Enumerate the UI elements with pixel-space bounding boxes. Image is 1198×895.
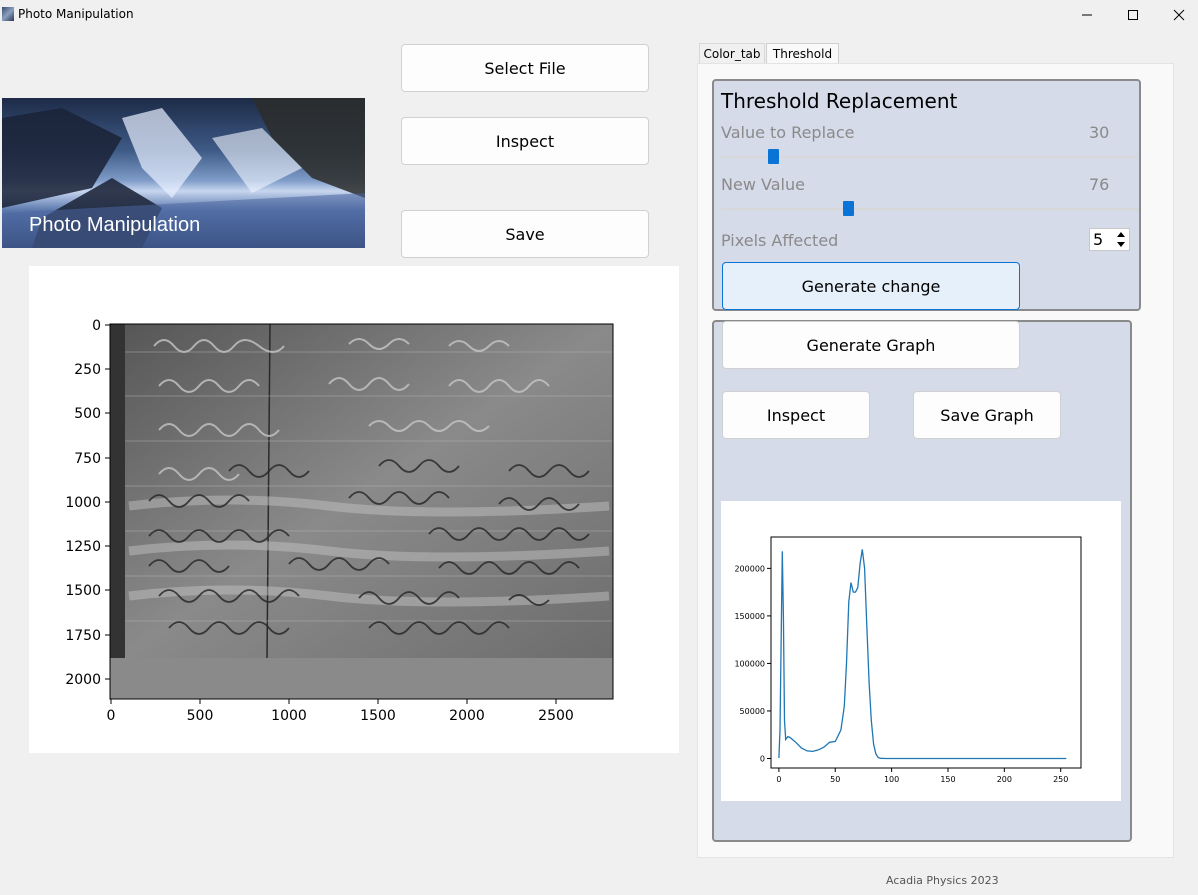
x-tick-label: 1500 (360, 708, 396, 724)
x-tick-label: 1000 (271, 708, 307, 724)
pixels-affected-spinbox[interactable]: 5 (1089, 228, 1130, 251)
pixels-affected-value: 5 (1093, 230, 1104, 249)
y-tick-label: 100000 (734, 659, 765, 668)
x-tick-label: 100 (884, 775, 899, 784)
x-tick-label: 250 (1053, 775, 1068, 784)
value-to-replace-slider-handle[interactable] (768, 149, 779, 164)
save-graph-button[interactable]: Save Graph (913, 391, 1061, 439)
y-tick-label: 200000 (734, 564, 765, 573)
tab-color[interactable]: Color_tab (699, 43, 765, 64)
histogram-chart: 0 50 100 150 200 250 0 50000 100000 150000 200000 (734, 536, 1082, 784)
graph-inspect-button[interactable]: Inspect (722, 391, 870, 439)
y-tick-label: 1000 (65, 495, 101, 511)
x-tick-label: 2000 (449, 708, 485, 724)
close-button[interactable] (1156, 0, 1198, 30)
y-tick-label: 750 (74, 451, 101, 467)
x-tick-label: 200 (997, 775, 1012, 784)
banner-title: Photo Manipulation (29, 214, 201, 236)
footer-credit: Acadia Physics 2023 (886, 874, 999, 887)
new-value-slider[interactable] (721, 208, 1139, 210)
histogram-line (778, 549, 1067, 760)
minimize-button[interactable] (1064, 0, 1110, 30)
value-to-replace-slider[interactable] (721, 156, 1139, 158)
y-tick-label: 0 (92, 318, 101, 334)
new-value-slider-handle[interactable] (843, 201, 854, 216)
x-tick-label: 150 (940, 775, 955, 784)
image-plot-panel: 0 250 500 750 1000 1250 1500 1750 2000 0… (29, 266, 679, 753)
y-tick-label: 1500 (65, 583, 101, 599)
plot-frame (770, 536, 1082, 769)
y-tick-label: 0 (760, 754, 765, 763)
minimize-icon (1082, 14, 1092, 16)
close-icon (1173, 9, 1185, 21)
pixels-affected-label: Pixels Affected (721, 231, 839, 250)
new-value-value: 76 (1089, 175, 1110, 194)
histogram-panel: 0 50 100 150 200 250 0 50000 100000 150000 200000 (721, 501, 1121, 801)
y-tick-label: 150000 (734, 612, 765, 621)
app-icon (2, 7, 14, 21)
window-title: Photo Manipulation (18, 7, 134, 21)
value-to-replace-value: 30 (1089, 123, 1110, 142)
x-tick-label: 500 (187, 708, 214, 724)
y-tick-label: 50000 (740, 707, 765, 716)
x-tick-label: 0 (107, 708, 116, 724)
y-tick-label: 2000 (65, 672, 101, 688)
y-tick-label: 250 (74, 362, 101, 378)
value-to-replace-label: Value to Replace (721, 123, 855, 142)
document-image (110, 324, 613, 664)
x-tick-label: 2500 (538, 708, 574, 724)
generate-change-button[interactable]: Generate change (722, 262, 1020, 310)
image-plot: 0 250 500 750 1000 1250 1500 1750 2000 0… (65, 318, 614, 724)
select-file-button[interactable]: Select File (401, 44, 649, 92)
save-button[interactable]: Save (401, 210, 649, 258)
title-bar (0, 0, 1198, 30)
y-tick-label: 1250 (65, 539, 101, 555)
banner-image: Photo Manipulation (2, 98, 365, 248)
generate-graph-button[interactable]: Generate Graph (722, 321, 1020, 369)
maximize-icon (1128, 10, 1138, 20)
x-tick-label: 0 (776, 775, 781, 784)
spin-arrows-icon[interactable] (1115, 229, 1127, 250)
x-tick-label: 50 (830, 775, 840, 784)
threshold-title: Threshold Replacement (721, 89, 958, 113)
y-tick-label: 1750 (65, 628, 101, 644)
inspect-button[interactable]: Inspect (401, 117, 649, 165)
tab-threshold[interactable]: Threshold (766, 43, 839, 64)
maximize-button[interactable] (1110, 0, 1156, 30)
y-tick-label: 500 (74, 406, 101, 422)
new-value-label: New Value (721, 175, 805, 194)
